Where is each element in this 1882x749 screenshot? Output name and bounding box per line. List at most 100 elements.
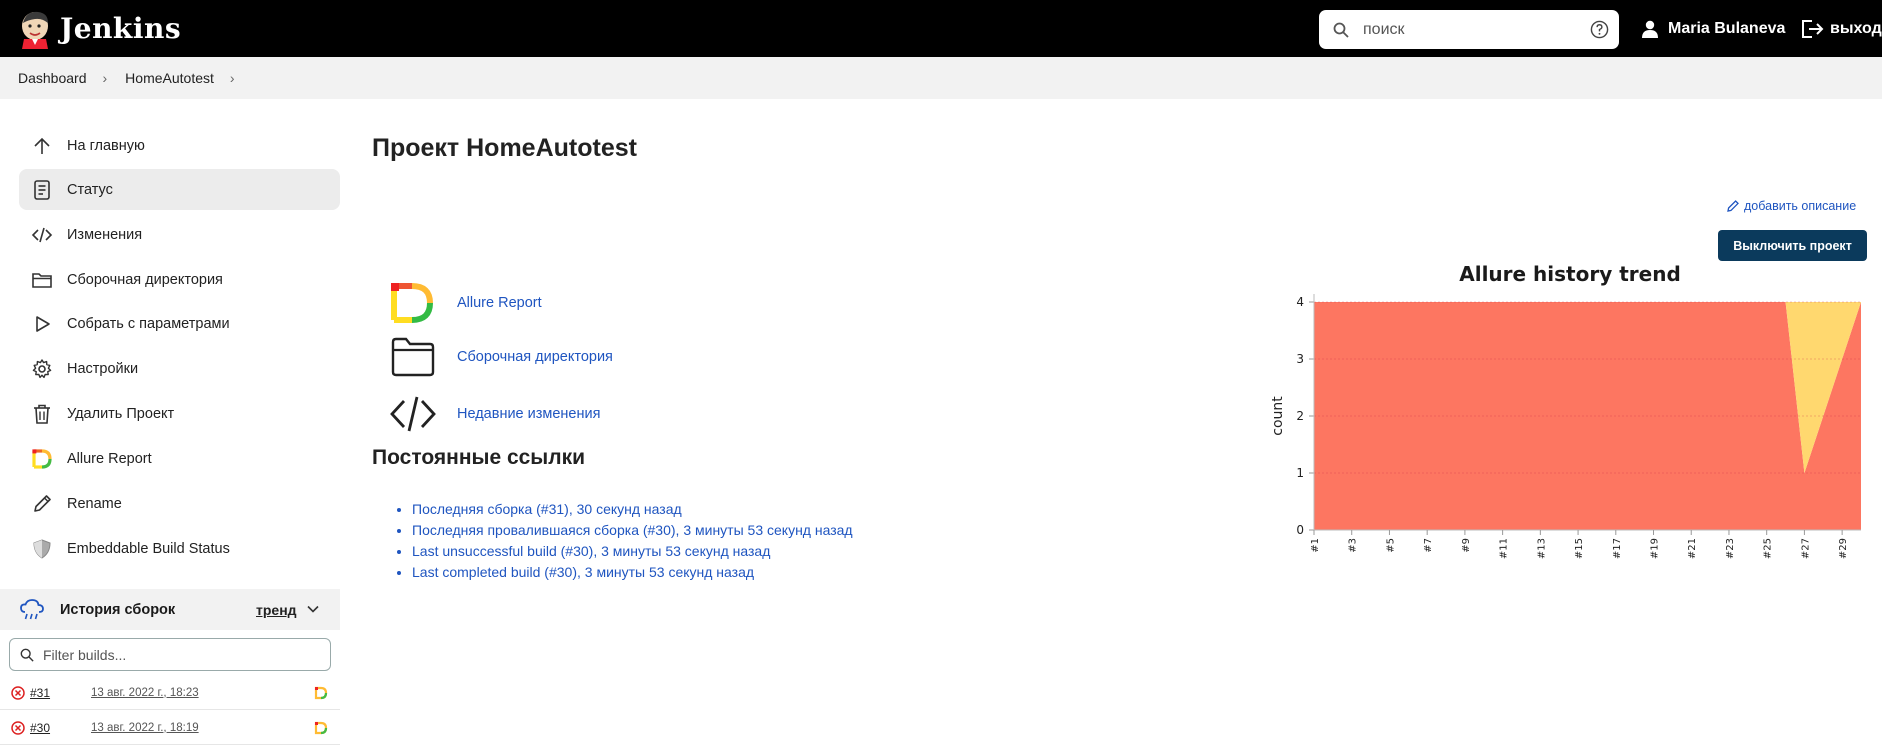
jenkins-butler-icon bbox=[22, 11, 48, 49]
allure-icon[interactable] bbox=[314, 721, 328, 735]
sidebar-item-workspace[interactable]: Сборочная директория bbox=[19, 259, 340, 300]
sidebar-item-label: Статус bbox=[67, 181, 113, 198]
build-number-link[interactable]: #30 bbox=[30, 721, 50, 735]
x-tick-label: #21 bbox=[1687, 538, 1698, 559]
x-tick-label: #13 bbox=[1536, 538, 1547, 559]
main-link-recent-changes[interactable]: Недавние изменения bbox=[388, 391, 600, 437]
user-icon bbox=[1642, 20, 1658, 38]
filter-builds-input[interactable] bbox=[43, 646, 313, 663]
x-tick-label: #5 bbox=[1385, 538, 1396, 553]
sidebar-item-delete-project[interactable]: Удалить Проект bbox=[19, 393, 340, 434]
search-icon bbox=[1333, 22, 1349, 38]
document-icon bbox=[34, 179, 50, 200]
build-date-link[interactable]: 13 авг. 2022 г., 18:19 bbox=[91, 722, 199, 734]
add-description-label: добавить описание bbox=[1744, 199, 1857, 213]
sidebar-item-label: Настройки bbox=[67, 360, 139, 377]
folder-icon bbox=[391, 337, 435, 377]
sidebar-item-label: Rename bbox=[67, 495, 122, 512]
recent-changes-link[interactable]: Недавние изменения bbox=[457, 406, 600, 422]
x-tick-label: #17 bbox=[1612, 538, 1623, 559]
pencil-icon bbox=[1727, 200, 1739, 212]
build-history-title: История сборок bbox=[60, 601, 176, 618]
permalinks-heading: Постоянные ссылки bbox=[372, 446, 586, 469]
y-tick-label: 4 bbox=[1296, 295, 1304, 309]
breadcrumb-chevron-icon[interactable]: › bbox=[103, 70, 108, 86]
sidebar-item-allure-report[interactable]: Allure Report bbox=[19, 438, 340, 479]
y-axis-label: count bbox=[1270, 396, 1286, 436]
code-icon bbox=[390, 396, 436, 432]
permalink[interactable]: Последняя провалившаяся сборка (#30), 3 … bbox=[412, 522, 853, 538]
sidebar-item-label: Сборочная директория bbox=[67, 271, 223, 288]
x-tick-label: #1 bbox=[1310, 538, 1321, 553]
allure-icon bbox=[391, 283, 433, 323]
chevron-down-icon[interactable] bbox=[306, 602, 320, 616]
trash-icon bbox=[34, 404, 50, 424]
breadcrumb-project[interactable]: HomeAutotest bbox=[125, 70, 214, 86]
permalink[interactable]: Last unsuccessful build (#30), 3 минуты … bbox=[412, 543, 770, 559]
logout-link[interactable]: выход bbox=[1800, 0, 1882, 57]
help-icon[interactable] bbox=[1590, 20, 1609, 39]
sidebar-item-changes[interactable]: Изменения bbox=[19, 214, 340, 255]
shield-icon bbox=[33, 538, 51, 559]
permalink[interactable]: Last completed build (#30), 3 минуты 53 … bbox=[412, 564, 754, 580]
add-description-link[interactable]: добавить описание bbox=[1726, 199, 1856, 213]
x-tick-label: #3 bbox=[1348, 538, 1359, 553]
search-icon bbox=[20, 648, 34, 662]
jenkins-logo[interactable]: Jenkins bbox=[18, 9, 181, 49]
list-item: Last unsuccessful build (#30), 3 минуты … bbox=[412, 543, 853, 564]
allure-icon bbox=[32, 448, 52, 469]
filter-builds[interactable] bbox=[9, 638, 331, 671]
y-tick-label: 3 bbox=[1296, 352, 1304, 366]
x-tick-label: #19 bbox=[1650, 538, 1661, 559]
trend-link[interactable]: тренд bbox=[256, 602, 297, 618]
gear-icon bbox=[32, 358, 52, 378]
sidebar-item-build-with-params[interactable]: Собрать с параметрами bbox=[19, 303, 340, 344]
search-input[interactable] bbox=[1363, 20, 1583, 39]
arrow-up-icon bbox=[34, 137, 50, 154]
sidebar-item-embeddable-build-status[interactable]: Embeddable Build Status bbox=[19, 528, 340, 569]
search-box[interactable] bbox=[1319, 10, 1619, 49]
sidebar-item-label: Собрать с параметрами bbox=[67, 315, 230, 332]
x-tick-label: #15 bbox=[1574, 538, 1585, 559]
x-tick-label: #9 bbox=[1461, 538, 1472, 553]
sidebar-item-label: Embeddable Build Status bbox=[67, 540, 230, 557]
y-tick-label: 2 bbox=[1296, 409, 1304, 423]
breadcrumb-dashboard[interactable]: Dashboard bbox=[18, 70, 87, 86]
sidebar: На главную Статус Изменения Сборочная ди… bbox=[0, 99, 340, 749]
allure-report-link[interactable]: Allure Report bbox=[457, 295, 542, 311]
permalink[interactable]: Последняя сборка (#31), 30 секунд назад bbox=[412, 501, 682, 517]
allure-history-trend-chart[interactable]: 0 1 2 3 4 #1 #3 #5 #7 #9 #11 #13 #15 #17 #19 #21 #23 #25 #… bbox=[1270, 257, 1882, 577]
sidebar-item-settings[interactable]: Настройки bbox=[19, 348, 340, 389]
build-date-link[interactable]: 13 авг. 2022 г., 18:23 bbox=[91, 687, 199, 699]
x-tick-label: #25 bbox=[1763, 538, 1774, 559]
workspace-link[interactable]: Сборочная директория bbox=[457, 349, 613, 365]
build-number-link[interactable]: #31 bbox=[30, 686, 50, 700]
list-item: Последняя сборка (#31), 30 секунд назад bbox=[412, 501, 853, 522]
sidebar-item-label: Изменения bbox=[67, 226, 143, 243]
build-row[interactable]: #30 13 авг. 2022 г., 18:19 bbox=[0, 711, 340, 745]
pencil-icon bbox=[34, 494, 51, 512]
build-history-header: История сборок тренд bbox=[0, 589, 340, 630]
header-bar: Jenkins Maria Bulaneva выход bbox=[0, 0, 1882, 57]
failed-status-icon bbox=[11, 720, 25, 735]
user-menu[interactable]: Maria Bulaneva bbox=[1640, 0, 1785, 57]
permalinks-list: Последняя сборка (#31), 30 секунд назад … bbox=[394, 501, 853, 585]
sidebar-item-home[interactable]: На главную bbox=[19, 125, 340, 166]
build-row[interactable]: #31 13 авг. 2022 г., 18:23 bbox=[0, 676, 340, 710]
breadcrumb-chevron-icon[interactable]: › bbox=[230, 70, 235, 86]
sidebar-item-label: На главную bbox=[67, 137, 145, 154]
sidebar-item-label: Allure Report bbox=[67, 450, 152, 467]
allure-icon[interactable] bbox=[314, 686, 328, 700]
main-link-allure-report[interactable]: Allure Report bbox=[388, 280, 542, 326]
main-link-workspace[interactable]: Сборочная директория bbox=[388, 334, 613, 380]
list-item: Последняя провалившаяся сборка (#30), 3 … bbox=[412, 522, 853, 543]
sidebar-item-label: Удалить Проект bbox=[67, 405, 175, 422]
y-tick-label: 0 bbox=[1296, 523, 1304, 537]
failed-status-icon bbox=[11, 685, 25, 700]
logout-icon bbox=[1802, 19, 1824, 38]
code-icon bbox=[31, 227, 53, 242]
sidebar-item-rename[interactable]: Rename bbox=[19, 483, 340, 524]
list-item: Last completed build (#30), 3 минуты 53 … bbox=[412, 564, 853, 585]
sidebar-item-status[interactable]: Статус bbox=[19, 169, 340, 210]
x-tick-label: #27 bbox=[1800, 538, 1811, 559]
